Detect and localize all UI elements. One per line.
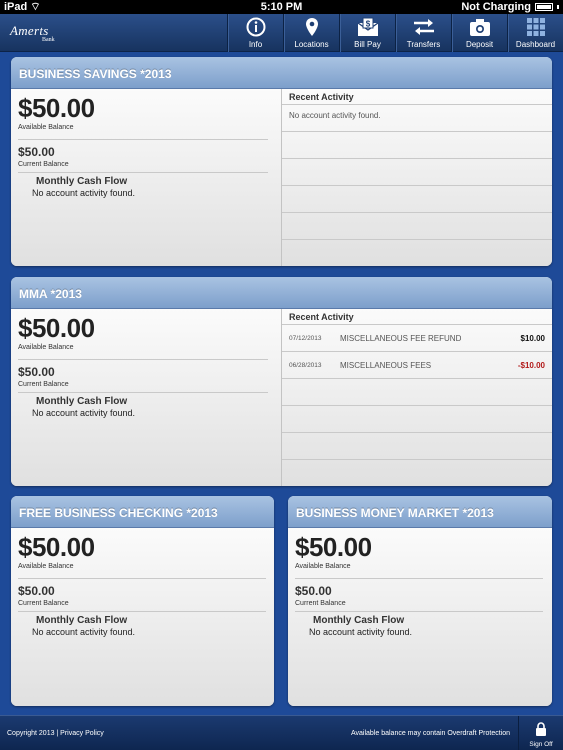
transaction-row[interactable]: 07/12/2013 MISCELLANEOUS FEE REFUND $10.… (282, 325, 552, 352)
account-title[interactable]: BUSINESS SAVINGS *2013 (11, 57, 552, 89)
list-item (282, 186, 552, 213)
transaction-amount: $10.00 (520, 334, 545, 343)
list-item (282, 406, 552, 433)
recent-activity-list: Recent Activity No account activity foun… (281, 89, 552, 266)
divider (18, 392, 268, 393)
recent-activity-empty: No account activity found. (289, 111, 381, 120)
transfers-button[interactable]: Transfers (395, 14, 451, 52)
list-item (282, 433, 552, 460)
info-icon (246, 17, 265, 37)
account-panel-business-savings[interactable]: BUSINESS SAVINGS *2013 $50.00 Available … (11, 57, 552, 266)
transaction-date: 06/28/2013 (289, 362, 322, 369)
account-panel-mma[interactable]: MMA *2013 $50.00 Available Balance $50.0… (11, 277, 552, 486)
transaction-description: MISCELLANEOUS FEE REFUND (340, 334, 462, 343)
transaction-row[interactable]: 06/28/2013 MISCELLANEOUS FEES -$10.00 (282, 352, 552, 379)
divider (18, 172, 268, 173)
current-balance-label: Current Balance (18, 381, 69, 388)
divider (295, 611, 543, 612)
available-balance: $50.00 (18, 532, 95, 562)
cash-flow-empty-text: No account activity found. (32, 188, 136, 198)
overdraft-note: Available balance may contain Overdraft … (350, 730, 510, 737)
cash-flow-empty-text: No account activity found. (32, 627, 136, 637)
account-panel-free-business-checking[interactable]: FREE BUSINESS CHECKING *2013 $50.00 Avai… (11, 496, 274, 706)
bill-pay-button[interactable]: $ Bill Pay (339, 14, 395, 52)
cash-flow-empty-text: No account activity found. (32, 408, 136, 418)
lock-icon (536, 722, 546, 736)
monthly-cash-flow-title: Monthly Cash Flow (36, 615, 128, 626)
available-balance-label: Available Balance (18, 124, 74, 131)
available-balance-label: Available Balance (295, 563, 351, 570)
list-item (282, 460, 552, 486)
camera-icon (469, 19, 490, 36)
recent-activity-list: Recent Activity 07/12/2013 MISCELLANEOUS… (281, 309, 552, 486)
battery-status: Not Charging (461, 0, 559, 14)
sign-off-label: Sign Off (529, 741, 553, 748)
current-balance-label: Current Balance (18, 161, 69, 168)
cash-flow-empty-text: No account activity found. (309, 627, 413, 637)
bill-pay-envelope-icon: $ (357, 17, 378, 36)
current-balance-label: Current Balance (18, 600, 69, 607)
current-balance: $50.00 (18, 365, 55, 379)
available-balance: $50.00 (18, 313, 95, 343)
monthly-cash-flow-title: Monthly Cash Flow (313, 615, 405, 626)
divider (18, 611, 266, 612)
locations-button[interactable]: Locations (283, 14, 339, 52)
list-item: No account activity found. (282, 105, 552, 132)
top-navigation: Amerts Bank Info Locations $ Bill Pay Tr… (0, 14, 563, 52)
current-balance: $50.00 (18, 584, 55, 598)
available-balance: $50.00 (295, 532, 372, 562)
transaction-amount: -$10.00 (517, 361, 545, 370)
list-item (282, 159, 552, 186)
copyright-privacy-link[interactable]: Copyright 2013 | Privacy Policy (7, 730, 104, 737)
current-balance: $50.00 (18, 145, 55, 159)
footer: Copyright 2013 | Privacy Policy Availabl… (0, 715, 563, 750)
list-item (282, 240, 552, 266)
account-panel-business-money-market[interactable]: BUSINESS MONEY MARKET *2013 $50.00 Avail… (288, 496, 552, 706)
available-balance-label: Available Balance (18, 563, 74, 570)
grid-icon (526, 18, 545, 36)
account-title[interactable]: MMA *2013 (11, 277, 552, 309)
monthly-cash-flow-title: Monthly Cash Flow (36, 176, 128, 187)
list-item (282, 379, 552, 406)
recent-activity-header: Recent Activity (282, 309, 552, 325)
location-pin-icon (305, 18, 318, 36)
deposit-button[interactable]: Deposit (451, 14, 507, 52)
battery-icon (535, 3, 553, 11)
account-title[interactable]: FREE BUSINESS CHECKING *2013 (11, 496, 274, 528)
info-button[interactable]: Info (227, 14, 283, 52)
monthly-cash-flow-title: Monthly Cash Flow (36, 396, 128, 407)
transaction-date: 07/12/2013 (289, 335, 322, 342)
transaction-description: MISCELLANEOUS FEES (340, 361, 432, 370)
list-item (282, 213, 552, 240)
dashboard-button[interactable]: Dashboard (507, 14, 563, 52)
divider (18, 578, 266, 579)
bank-logo[interactable]: Amerts Bank (10, 22, 55, 43)
recent-activity-header: Recent Activity (282, 89, 552, 105)
status-bar: iPad ⌔ 5:10 PM Not Charging (0, 0, 563, 14)
available-balance: $50.00 (18, 93, 95, 123)
sign-off-button[interactable]: Sign Off (518, 716, 563, 750)
list-item (282, 132, 552, 159)
svg-text:$: $ (365, 20, 370, 29)
current-balance: $50.00 (295, 584, 332, 598)
transfer-arrows-icon (413, 19, 434, 35)
available-balance-label: Available Balance (18, 344, 74, 351)
divider (18, 359, 268, 360)
current-balance-label: Current Balance (295, 600, 346, 607)
divider (295, 578, 543, 579)
divider (18, 139, 268, 140)
account-title[interactable]: BUSINESS MONEY MARKET *2013 (288, 496, 552, 528)
